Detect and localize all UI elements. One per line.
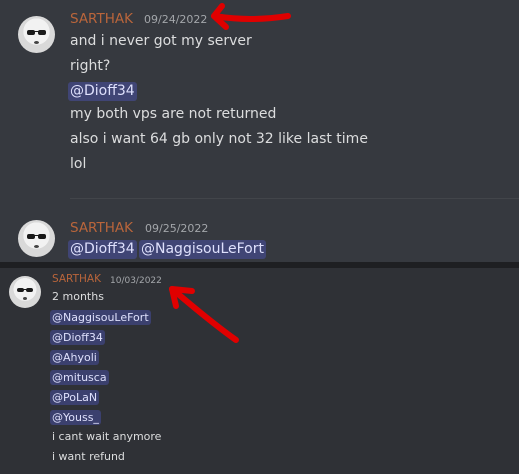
user-mention[interactable]: @NaggisouLeFort	[139, 240, 266, 259]
user-mention[interactable]: @Ahyoli	[50, 350, 99, 365]
user-mention[interactable]: @Dioff34	[68, 82, 137, 101]
user-mention[interactable]: @mitusca	[50, 370, 109, 385]
message-text: i cant wait anymore	[52, 430, 162, 443]
message-text: lol	[70, 156, 87, 172]
username[interactable]: SARTHAK	[70, 220, 133, 236]
user-mention[interactable]: @Youss_	[50, 410, 101, 425]
user-mention[interactable]: @Dioff34	[68, 240, 137, 259]
user-mention[interactable]: @Dioff34	[50, 330, 105, 345]
user-mention[interactable]: @PoLaN	[50, 390, 100, 405]
username[interactable]: SARTHAK	[70, 11, 133, 27]
top-chat-panel: SARTHAK 09/24/2022 and i never got my se…	[0, 0, 519, 262]
message-text: i want refund	[52, 450, 125, 463]
message-timestamp: 09/24/2022	[144, 13, 208, 26]
message-divider	[70, 198, 519, 199]
bottom-chat-panel: SARTHAK 10/03/2022 2 months @NaggisouLeF…	[0, 268, 519, 474]
user-avatar[interactable]	[18, 220, 55, 257]
message-timestamp: 10/03/2022	[110, 276, 162, 286]
message-timestamp: 09/25/2022	[145, 222, 209, 235]
message-text: right?	[70, 58, 111, 74]
message-text: my both vps are not returned	[70, 106, 277, 122]
message-text: and i never got my server	[70, 33, 252, 49]
message-text: also i want 64 gb only not 32 like last …	[70, 131, 368, 147]
username[interactable]: SARTHAK	[52, 273, 101, 285]
user-avatar[interactable]	[9, 276, 41, 308]
user-mention[interactable]: @NaggisouLeFort	[50, 310, 151, 325]
message-text: 2 months	[52, 290, 104, 303]
user-avatar[interactable]	[18, 16, 55, 53]
